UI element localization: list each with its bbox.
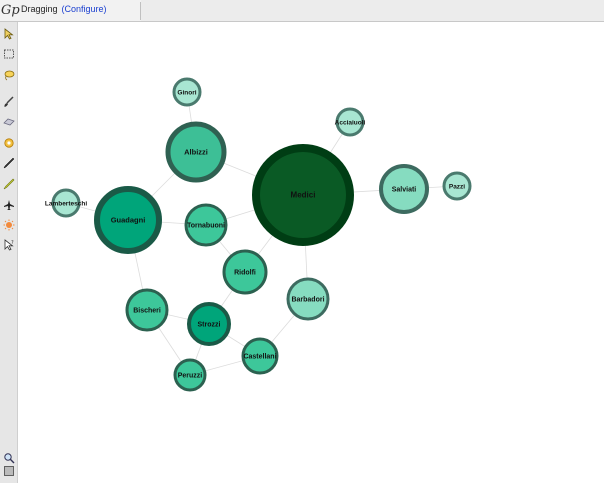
sun-icon <box>3 219 14 230</box>
eraser-tool-button[interactable] <box>1 114 16 129</box>
node-label: Guadagni <box>111 216 146 225</box>
pencil-tool-button[interactable] <box>1 155 16 170</box>
graph-node-barbadori[interactable]: Barbadori <box>286 277 330 321</box>
node-label: Castellani <box>243 354 276 361</box>
graph-node-acciaiuoli[interactable]: Acciaiuoli <box>335 107 366 137</box>
selection-rectangle-icon <box>3 49 14 58</box>
node-label: Salviati <box>392 187 417 194</box>
graph-node-tornabuoni[interactable]: Tornabuoni <box>184 203 228 247</box>
graph-node-albizzi[interactable]: Albizzi <box>165 121 227 183</box>
node-label: Medici <box>291 191 316 200</box>
node-label: Acciaiuoli <box>335 120 366 127</box>
cursor-help-icon: ? <box>4 238 14 251</box>
app-logo-icon: Gp <box>1 3 20 18</box>
graph-node-bischeri[interactable]: Bischeri <box>125 288 169 332</box>
drag-tool-button[interactable] <box>1 135 16 150</box>
lasso-icon <box>4 70 14 80</box>
node-label: Ridolfi <box>234 270 256 277</box>
eraser-icon <box>2 118 15 125</box>
rect-select-tool-button[interactable] <box>1 46 16 61</box>
graph-node-ginori[interactable]: Ginori <box>172 77 202 107</box>
mode-indicator: Dragging (Configure) <box>21 4 107 14</box>
tools-sidebar: ? <box>0 22 18 483</box>
svg-text:?: ? <box>11 240 14 246</box>
graph-node-lamberteschi[interactable]: Lamberteschi <box>45 188 87 218</box>
graph-svg[interactable]: Medici Albizzi Guadagni Salviati Tornabuoni R… <box>18 22 604 483</box>
node-label: Bischeri <box>133 308 161 315</box>
graph-node-castellani[interactable]: Castellani <box>241 337 279 375</box>
graph-node-strozzi[interactable]: Strozzi <box>187 302 231 346</box>
graph-node-salviati[interactable]: Salviati <box>379 164 429 214</box>
graph-node-guadagni[interactable]: Guadagni <box>94 186 162 254</box>
top-toolbar: Gp Dragging (Configure) <box>0 0 604 22</box>
frame-tool-button[interactable] <box>1 463 16 478</box>
brush-icon <box>3 95 14 107</box>
node-label: Tornabuoni <box>187 223 225 230</box>
node-label: Ginori <box>177 90 196 97</box>
info-tool-button[interactable]: ? <box>1 237 16 252</box>
graph-node-ridolfi[interactable]: Ridolfi <box>222 249 268 295</box>
node-label: Strozzi <box>198 322 221 329</box>
node-label: Albizzi <box>184 148 208 157</box>
highlighter-icon <box>3 178 14 189</box>
graph-node-medici[interactable]: Medici <box>252 144 354 246</box>
graph-node-pazzi[interactable]: Pazzi <box>442 171 472 201</box>
graph-node-peruzzi[interactable]: Peruzzi <box>173 358 207 392</box>
airplane-icon <box>3 199 14 210</box>
node-label: Barbadori <box>291 297 324 304</box>
pointer-tool-button[interactable] <box>1 26 16 41</box>
configure-link[interactable]: (Configure) <box>62 4 107 14</box>
brush-tool-button[interactable] <box>1 94 16 109</box>
top-toolbar-empty-area <box>141 0 604 21</box>
node-label: Pazzi <box>449 184 465 191</box>
pencil-icon <box>2 157 14 169</box>
heat-map-tool-button[interactable] <box>1 217 16 232</box>
cursor-arrow-icon <box>4 27 14 40</box>
lasso-tool-button[interactable] <box>1 67 16 82</box>
mode-label: Dragging <box>21 4 58 14</box>
graph-canvas[interactable]: Medici Albizzi Guadagni Salviati Tornabuoni R… <box>18 22 604 483</box>
highlighter-tool-button[interactable] <box>1 176 16 191</box>
node-label: Lamberteschi <box>45 201 87 208</box>
frame-icon <box>3 465 14 476</box>
shortest-path-tool-button[interactable] <box>1 197 16 212</box>
node-label: Peruzzi <box>178 373 203 380</box>
nodes-layer: Medici Albizzi Guadagni Salviati Tornabuoni R… <box>45 77 472 392</box>
hand-icon <box>3 137 14 148</box>
magnifier-icon <box>3 452 14 463</box>
